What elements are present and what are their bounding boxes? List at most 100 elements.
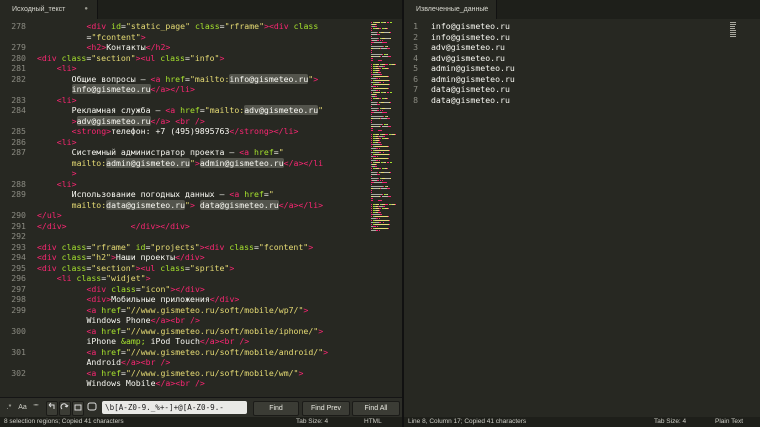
- tab-source-text[interactable]: Исходный_текст ●: [0, 0, 98, 19]
- code-token: Windows Phone: [86, 315, 151, 325]
- close-icon[interactable]: ×: [483, 0, 487, 19]
- syntax-indicator[interactable]: HTML: [364, 417, 382, 427]
- selection-region: adv@gismeteo.ru: [76, 115, 151, 126]
- code-editor[interactable]: 278 <div id="static_page" class="rframe">…: [0, 19, 370, 397]
- code-token: href: [180, 105, 200, 115]
- code-token: "fcontent": [91, 31, 141, 42]
- minimap-mark: [371, 88, 372, 89]
- code-text: <a href="//www.gismeteo.ru/soft/mobile/i…: [37, 326, 324, 337]
- minimap-mark: [376, 102, 378, 103]
- minimap-mark: [371, 72, 373, 73]
- whole-word-toggle[interactable]: "": [30, 401, 42, 414]
- minimap-mark: [375, 220, 390, 221]
- minimap-mark: [373, 226, 376, 227]
- code-token: Android: [86, 357, 122, 367]
- minimap-mark: [382, 46, 384, 47]
- minimap-mark: [371, 124, 383, 125]
- selection-region: info@gismeteo.ru: [229, 73, 309, 84]
- code-token: href: [101, 304, 122, 315]
- code-token: class: [160, 262, 185, 273]
- regex-toggle[interactable]: .*: [3, 401, 15, 414]
- minimap-mark: [376, 34, 380, 35]
- minimap-mark: [375, 146, 388, 147]
- wrap-icon[interactable]: [59, 401, 71, 416]
- code-token: "fcontent": [258, 241, 309, 252]
- tab-extracted-data[interactable]: Извлеченные_данные ×: [404, 0, 497, 19]
- code-token: class: [76, 273, 102, 283]
- in-selection-icon[interactable]: [72, 401, 84, 416]
- code-text: <div class="section"><ul class="sprite">: [37, 263, 234, 274]
- minimap-mark: [379, 218, 380, 219]
- code-text: >: [37, 168, 77, 179]
- case-sensitive-toggle[interactable]: Aa: [16, 401, 29, 414]
- code-token: >: [323, 346, 329, 357]
- line-number: 282: [11, 73, 26, 84]
- find-button[interactable]: Find: [253, 401, 299, 416]
- minimap-mark: [371, 30, 373, 31]
- tab-size-indicator[interactable]: Tab Size: 4: [654, 417, 686, 427]
- code-token: <div: [37, 262, 57, 273]
- minimap-mark: [375, 162, 380, 163]
- minimap-mark: [371, 22, 373, 23]
- minimap-mark: [382, 112, 388, 113]
- unsaved-dot-icon[interactable]: ●: [84, 0, 88, 19]
- minimap-mark: [376, 134, 379, 135]
- find-prev-button[interactable]: Find Prev: [302, 401, 350, 416]
- results-editor-pane: Извлеченные_данные × 1 info@gismeteo.ru 2 i…: [404, 0, 760, 427]
- minimap-mark: [382, 124, 384, 125]
- code-token: "info": [189, 52, 220, 63]
- minimap-mark: [380, 98, 382, 99]
- email-text: data@gismeteo.ru: [431, 84, 510, 94]
- code-token: Windows Mobile: [86, 378, 156, 388]
- code-token: <h2>: [86, 42, 107, 52]
- code-text: iPhone &amp; iPod Touch</a><br />: [37, 336, 250, 347]
- code-token: iPhone: [86, 336, 122, 346]
- code-token: ></div>: [170, 283, 205, 294]
- highlight-matches-icon[interactable]: [86, 401, 98, 414]
- minimap-mark: [371, 224, 372, 225]
- minimap-mark: [382, 182, 388, 183]
- minimap[interactable]: [729, 19, 760, 59]
- minimap-mark: [382, 66, 385, 67]
- minimap-mark: [380, 168, 382, 169]
- code-token: class: [111, 283, 136, 294]
- results-editor[interactable]: 1 info@gismeteo.ru 2 info@gismeteo.ru 3 adv@g…: [404, 19, 734, 409]
- minimap-mark: [388, 76, 389, 77]
- line-number: 285: [11, 126, 26, 136]
- minimap-mark: [371, 60, 374, 61]
- email-text: adv@gismeteo.ru: [431, 42, 505, 52]
- minimap-mark: [375, 78, 378, 79]
- minimap-mark: [371, 134, 373, 135]
- line-number: 281: [11, 63, 26, 73]
- minimap-mark: [377, 108, 379, 109]
- code-text: <a href="//www.gismeteo.ru/soft/mobile/w…: [37, 368, 304, 379]
- code-token: <li: [56, 273, 72, 283]
- reverse-search-icon[interactable]: [46, 401, 58, 416]
- tab-size-indicator[interactable]: Tab Size: 4: [296, 417, 328, 427]
- syntax-indicator[interactable]: Plain Text: [715, 417, 743, 427]
- find-all-button[interactable]: Find All: [352, 401, 400, 416]
- line-number: 288: [11, 178, 26, 189]
- code-token: <strong>: [71, 126, 112, 136]
- search-input[interactable]: \b[A-Z0-9._%+-]+@[A-Z0-9.-: [102, 401, 247, 414]
- minimap-mark: [371, 68, 373, 69]
- status-message: 8 selection regions; Copied 41 character…: [4, 418, 124, 425]
- minimap-mark: [730, 26, 736, 27]
- minimap-mark: [371, 54, 383, 55]
- code-token: </a></li: [283, 157, 324, 168]
- line-number: 296: [11, 273, 26, 283]
- minimap-mark: [373, 112, 383, 113]
- code-token: <a: [229, 189, 240, 199]
- minimap-mark: [373, 182, 383, 183]
- code-token: <a: [86, 304, 97, 315]
- minimap[interactable]: [370, 19, 401, 397]
- minimap-mark: [371, 146, 372, 147]
- minimap-mark: [395, 204, 397, 205]
- minimap-mark: [387, 48, 391, 49]
- minimap-mark: [371, 52, 373, 53]
- line-number: 4: [413, 52, 418, 63]
- code-token: </h2>: [145, 42, 171, 52]
- minimap-mark: [376, 174, 380, 175]
- minimap-mark: [386, 54, 388, 55]
